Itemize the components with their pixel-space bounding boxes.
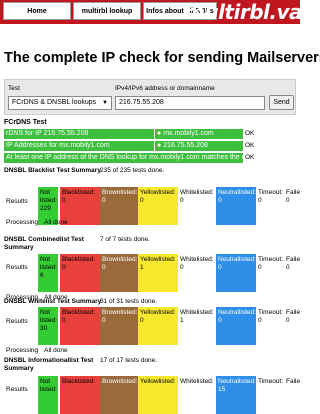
timeout-cell: Timeout: 0 [258,256,284,271]
combinedlist-count: 7 of 7 tests done. [100,236,150,243]
page-title: The complete IP check for sending Mailse… [4,50,320,66]
fcrdns-summary-status: OK [245,154,255,161]
not-listed-cell: Not listed: 30 [38,307,58,345]
results-label: Results [6,386,28,393]
blacklist-count: 235 of 235 tests done. [100,167,165,174]
failed-cell: Faile [286,378,301,385]
fcrdns-row-status: OK [245,130,255,137]
site-logo[interactable]: multirbl.va [184,0,303,24]
neutrallisted-cell: Neutrallisted: 0 [216,307,256,345]
blacklisted-cell: Blacklisted: 0 [60,307,100,345]
brownlisted-cell: Brownlisted: 0 [100,187,138,225]
fcrdns-summary-text: At least one IP address of the DNS looku… [4,153,243,163]
fcrdns-row: IP Addresses for mx.mobily1.com ● 216.75… [4,141,296,151]
tab-multirbl-lookup[interactable]: multirbl lookup [73,2,141,20]
failed-cell: Faile 0 [286,189,301,204]
yellowlisted-cell: Yellowlisted: [138,376,178,414]
fcrdns-row-left: rDNS for IP 216.75.55.208 [4,129,154,139]
results-label: Results [6,198,28,205]
ip-input[interactable]: 216.75.55.208 [115,96,265,110]
ip-label: IPv4/IPv6 address or domainname [115,85,215,92]
yellowlisted-cell: Yellowlisted: 0 [138,307,178,345]
brownlisted-cell: Brownlisted: 0 [100,254,138,292]
processing-status: Processing All done [6,219,68,226]
results-label: Results [6,264,28,271]
neutrallisted-cell: Neutrallisted: 0 [216,254,256,292]
whitelisted-cell: Whitelisted: 0 [178,187,216,225]
whitelisted-cell: Whitelisted: [178,376,216,414]
yellowlisted-cell: Yellowlisted: 0 [138,187,178,225]
fcrdns-row-status: OK [245,142,255,149]
not-listed-cell: Not listed: [38,376,58,414]
informationallist-count: 17 of 17 tests done. [100,357,158,364]
yellowlisted-cell: Yellowlisted: 1 [138,254,178,292]
fcrdns-summary-row: At least one IP address of the DNS looku… [4,153,296,163]
timeout-cell: Timeout: [258,378,284,385]
whitelist-count: 31 of 31 tests done. [100,298,158,305]
combinedlist-summary-title: DNSBL Combinedlist Test Summary [4,236,84,251]
failed-cell: Faile 0 [286,309,301,324]
lookup-form: Test IPv4/IPv6 address or domainname FCr… [4,79,296,115]
results-label: Results [6,318,28,325]
fcrdns-row-right: ● mx.mobily1.com [155,129,243,139]
fcrdns-row-right: ● 216.75.55.208 [155,141,243,151]
chevron-down-icon: ▼ [102,100,108,106]
whitelisted-cell: Whitelisted: 0 [178,254,216,292]
brownlisted-cell: Brownlisted: 0 [100,307,138,345]
neutrallisted-cell: Neutrallisted: 15 [216,376,256,414]
fcrdns-row: rDNS for IP 216.75.55.208 ● mx.mobily1.c… [4,129,296,139]
informationallist-summary-title: DNSBL Informationallist Test Summary [4,357,94,372]
blacklisted-cell: Blacklisted: 0 [60,254,100,292]
timeout-cell: Timeout: 0 [258,189,284,204]
fcrdns-row-left: IP Addresses for mx.mobily1.com [4,141,154,151]
blacklist-summary-title: DNSBL Blacklist Test Summary [4,167,101,174]
processing-status: Processing All done [6,347,68,354]
tab-home[interactable]: Home [3,2,71,20]
test-label: Test [8,85,20,92]
fcrdns-title: FCrDNS Test [4,119,47,126]
neutrallisted-cell: Neutrallisted: 0 [216,187,256,225]
whitelisted-cell: Whitelisted: 1 [178,307,216,345]
test-select[interactable]: FCrDNS & DNSBL lookups ▼ [8,96,112,110]
blacklisted-cell: Blacklisted: [60,376,100,414]
timeout-cell: Timeout: 0 [258,309,284,324]
send-button[interactable]: Send [269,95,294,110]
brownlisted-cell: Brownlisted: [100,376,138,414]
test-select-value: FCrDNS & DNSBL lookups [12,99,97,106]
failed-cell: Faile 0 [286,256,301,271]
not-listed-cell: Not listed: 6 [38,254,58,292]
